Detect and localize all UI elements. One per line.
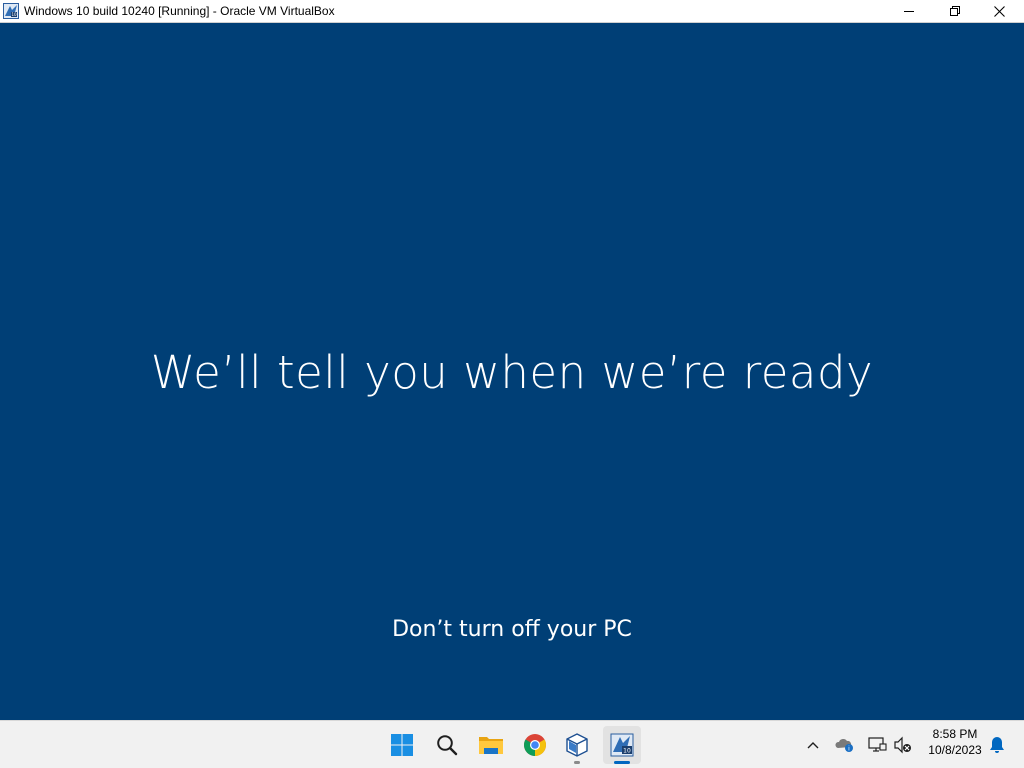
- file-explorer-button[interactable]: [472, 726, 510, 764]
- restore-icon: [950, 6, 960, 16]
- minimize-button[interactable]: [886, 0, 932, 22]
- setup-subline: Don’t turn off your PC: [392, 617, 632, 642]
- virtualbox-icon: [566, 733, 588, 757]
- windows-start-icon: [391, 734, 413, 756]
- close-button[interactable]: [976, 0, 1022, 22]
- chrome-button[interactable]: [516, 726, 554, 764]
- virtualbox-vm-icon[interactable]: 10: [3, 3, 19, 19]
- volume-tray[interactable]: [892, 733, 914, 757]
- minimize-icon: [904, 11, 914, 12]
- restore-button[interactable]: [932, 0, 978, 22]
- virtualbox-vm-icon: 10: [610, 733, 634, 757]
- window-titlebar[interactable]: 10 Windows 10 build 10240 [Running] - Or…: [0, 0, 1024, 23]
- search-button[interactable]: [428, 726, 466, 764]
- close-icon: [993, 5, 1005, 17]
- taskbar: 10 i: [0, 720, 1024, 768]
- network-tray[interactable]: [866, 733, 888, 757]
- virtualbox-manager-button[interactable]: [558, 726, 596, 764]
- window-title: Windows 10 build 10240 [Running] - Oracl…: [24, 4, 335, 18]
- taskbar-clock[interactable]: 8:58 PM 10/8/2023: [918, 726, 992, 758]
- clock-time: 8:58 PM: [932, 727, 978, 741]
- virtualbox-vm-button[interactable]: 10: [603, 726, 641, 764]
- chrome-icon: [524, 734, 546, 756]
- onedrive-tray[interactable]: i: [834, 733, 856, 757]
- clock-date: 10/8/2023: [928, 743, 982, 757]
- setup-headline: We’ll tell you when we’re ready: [150, 346, 874, 399]
- chevron-up-icon: [807, 742, 819, 749]
- folder-icon: [479, 737, 503, 754]
- show-hidden-icons-button[interactable]: [802, 733, 824, 757]
- start-button[interactable]: [383, 726, 421, 764]
- guest-screen[interactable]: We’ll tell you when we’re ready Don’t tu…: [0, 23, 1024, 720]
- svg-text:10: 10: [11, 12, 17, 17]
- onedrive-icon: i: [835, 738, 853, 753]
- svg-text:10: 10: [623, 748, 631, 755]
- volume-muted-icon: [894, 736, 911, 754]
- running-indicator: [574, 761, 580, 764]
- network-icon: [868, 737, 887, 752]
- search-icon: [437, 735, 458, 756]
- active-indicator: [614, 761, 630, 764]
